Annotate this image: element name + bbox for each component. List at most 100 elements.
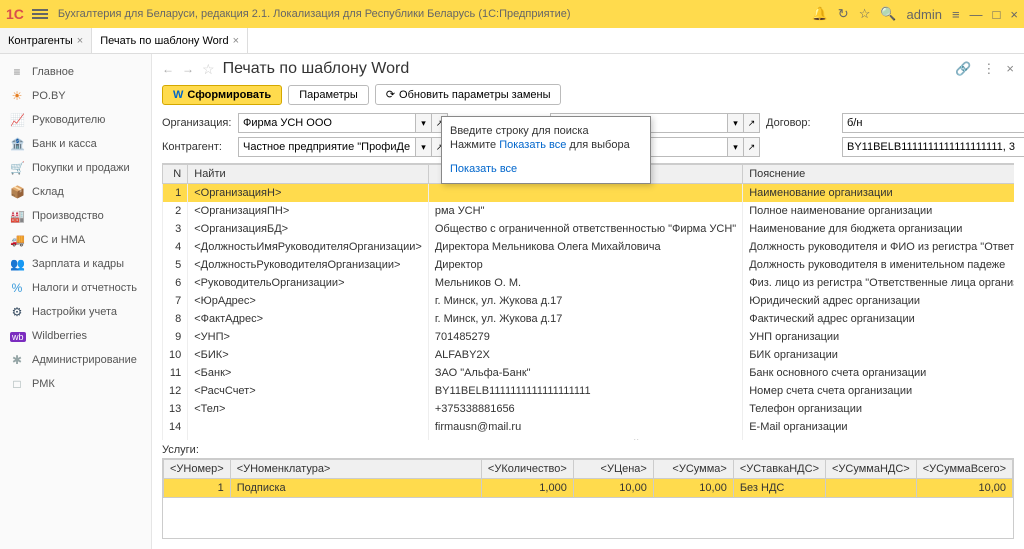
sidebar-item-label: PO.BY <box>32 90 66 102</box>
app-title: Бухгалтерия для Беларуси, редакция 2.1. … <box>58 8 812 20</box>
forward-icon[interactable]: → <box>182 62 194 76</box>
sidebar-icon: □ <box>10 377 24 391</box>
close-icon[interactable]: × <box>233 35 239 47</box>
org-input[interactable] <box>238 113 416 133</box>
refresh-button[interactable]: ⟳ Обновить параметры замены <box>375 84 562 105</box>
table-row[interactable]: 6<РуководительОрганизации>Мельников О. М… <box>163 274 1015 292</box>
table-row[interactable]: 9<УНП>701485279УНП организации <box>163 328 1015 346</box>
sidebar-item-5[interactable]: 📦Склад <box>0 180 151 204</box>
dropdown-icon[interactable]: ▾ <box>416 137 432 157</box>
contract-input[interactable] <box>842 113 1024 133</box>
col-utotal[interactable]: <УСуммаВсего> <box>916 460 1012 479</box>
sidebar-item-10[interactable]: ⚙ Настройки учета <box>0 300 151 324</box>
dropdown-icon[interactable]: ▾ <box>728 137 744 157</box>
close-icon[interactable]: × <box>1010 7 1018 22</box>
sidebar-item-label: Руководителю <box>32 114 105 126</box>
col-uprice[interactable]: <УЦена> <box>573 460 653 479</box>
back-icon[interactable]: ← <box>162 62 174 76</box>
search-popup: Введите строку для поиска Нажмите Показа… <box>441 116 651 184</box>
favorite-icon[interactable]: ☆ <box>202 61 215 78</box>
table-row[interactable]: 5<ДолжностьРуководителяОрганизации>Дирек… <box>163 256 1015 274</box>
open-icon[interactable]: ↗ <box>744 137 760 157</box>
table-row[interactable]: 2<ОрганизацияПН>рма УСН"Полное наименова… <box>163 202 1015 220</box>
more-icon[interactable]: ⋮ <box>982 61 995 76</box>
refresh-button-label: Обновить параметры замены <box>399 89 550 101</box>
tab-label: Контрагенты <box>8 35 73 47</box>
table-row[interactable]: 7<ЮрАдрес>г. Минск, ул. Жукова д.17Юриди… <box>163 292 1015 310</box>
sidebar-item-0[interactable]: ≡Главное <box>0 60 151 84</box>
page-title: Печать по шаблону Word <box>223 60 940 78</box>
refresh-icon: ⟳ <box>386 88 395 101</box>
maximize-icon[interactable]: □ <box>993 7 1001 22</box>
col-uvatsum[interactable]: <УСуммаНДС> <box>826 460 917 479</box>
sidebar-icon: wb <box>10 329 24 343</box>
col-usum[interactable]: <УСумма> <box>653 460 733 479</box>
sidebar-item-6[interactable]: 🏭Производство <box>0 204 151 228</box>
sidebar-item-label: Банк и касса <box>32 138 97 150</box>
acc-input[interactable] <box>842 137 1024 157</box>
sidebar-item-label: Склад <box>32 186 64 198</box>
form-button[interactable]: WСформировать <box>162 85 282 105</box>
col-uqty[interactable]: <УКоличество> <box>481 460 573 479</box>
agent-label: Контрагент: <box>162 141 232 153</box>
minimize-icon[interactable]: — <box>970 7 983 22</box>
search-icon[interactable]: 🔍 <box>880 6 896 22</box>
sidebar-item-12[interactable]: ✱Администрирование <box>0 348 151 372</box>
table-row[interactable]: 1Подписка1,00010,0010,00Без НДС10,00 <box>164 479 1013 498</box>
col-n[interactable]: N <box>163 165 188 184</box>
open-icon[interactable]: ↗ <box>744 113 760 133</box>
show-all-link-inline[interactable]: Показать все <box>499 139 566 151</box>
main-grid[interactable]: N Найти Пояснение 1<ОрганизацияН>Наимено… <box>162 163 1014 440</box>
star-icon[interactable]: ☆ <box>859 6 871 22</box>
col-desc[interactable]: Пояснение <box>743 165 1014 184</box>
link-icon[interactable]: 🔗 <box>955 61 971 76</box>
sidebar-item-13[interactable]: □РМК <box>0 372 151 396</box>
sidebar-icon: ⚙ <box>10 305 24 319</box>
close-icon[interactable]: × <box>77 35 83 47</box>
tabs-row: Контрагенты × Печать по шаблону Word × <box>0 28 1024 54</box>
sidebar-item-2[interactable]: 📈Руководителю <box>0 108 151 132</box>
table-row[interactable]: 8<ФактАдрес>г. Минск, ул. Жукова д.17Фак… <box>163 310 1015 328</box>
sidebar-icon: ✱ <box>10 353 24 367</box>
table-row[interactable]: 13<Тел>+375338881656Телефон организации <box>163 400 1015 418</box>
sidebar-item-label: Покупки и продажи <box>32 162 130 174</box>
dropdown-icon[interactable]: ▾ <box>416 113 432 133</box>
sidebar-icon: % <box>10 281 24 295</box>
col-unom[interactable]: <УНоменклатура> <box>230 460 481 479</box>
table-row[interactable]: 14firmausn@mail.ruE-Mail организации <box>163 418 1015 436</box>
col-uvatrate[interactable]: <УСтавкаНДС> <box>733 460 825 479</box>
table-row[interactable]: 3<ОрганизацияБД>Общество с ограниченной … <box>163 220 1015 238</box>
show-all-link[interactable]: Показать все <box>450 163 642 175</box>
col-unum[interactable]: <УНомер> <box>164 460 231 479</box>
sidebar-icon: 🏭 <box>10 209 24 223</box>
sidebar-item-label: Налоги и отчетность <box>32 282 137 294</box>
sidebar-item-label: Настройки учета <box>32 306 117 318</box>
history-icon[interactable]: ↻ <box>838 6 849 22</box>
table-row[interactable]: 12<РасчСчет>BY11BELB1111111111111111111Н… <box>163 382 1015 400</box>
sidebar-item-4[interactable]: 🛒 Покупки и продажи <box>0 156 151 180</box>
table-row[interactable]: 4<ДолжностьИмяРуководителяОрганизации>Ди… <box>163 238 1015 256</box>
sidebar-item-1[interactable]: ☀PO.BY <box>0 84 151 108</box>
table-row[interactable]: 10<БИК>ALFABY2XБИК организации <box>163 346 1015 364</box>
agent-input[interactable] <box>238 137 416 157</box>
services-grid[interactable]: <УНомер> <УНоменклатура> <УКоличество> <… <box>162 458 1014 539</box>
tab-print-template[interactable]: Печать по шаблону Word × <box>92 28 248 53</box>
burger-icon[interactable] <box>32 7 48 21</box>
table-row[interactable]: 11<Банк>ЗАО "Альфа-Банк"Банк основного с… <box>163 364 1015 382</box>
sidebar-icon: 🛒 <box>10 161 24 175</box>
sidebar-item-11[interactable]: wbWildberries <box>0 324 151 348</box>
sidebar-item-8[interactable]: 👥Зарплата и кадры <box>0 252 151 276</box>
settings-icon[interactable]: ≡ <box>952 7 960 22</box>
user-label[interactable]: admin <box>907 7 942 22</box>
titlebar: 1С Бухгалтерия для Беларуси, редакция 2.… <box>0 0 1024 28</box>
tab-contractors[interactable]: Контрагенты × <box>0 28 92 53</box>
sidebar-item-9[interactable]: % Налоги и отчетность <box>0 276 151 300</box>
bell-icon[interactable]: 🔔 <box>812 6 828 22</box>
col-find[interactable]: Найти <box>188 165 429 184</box>
sidebar-item-7[interactable]: 🚚ОС и НМА <box>0 228 151 252</box>
dropdown-icon[interactable]: ▾ <box>728 113 744 133</box>
close-icon[interactable]: × <box>1006 61 1014 76</box>
sidebar-item-3[interactable]: 🏦Банк и касса <box>0 132 151 156</box>
params-button[interactable]: Параметры <box>288 85 369 105</box>
table-row[interactable]: 15<ПокупательН>Частное предприятие "Проф… <box>163 436 1015 440</box>
